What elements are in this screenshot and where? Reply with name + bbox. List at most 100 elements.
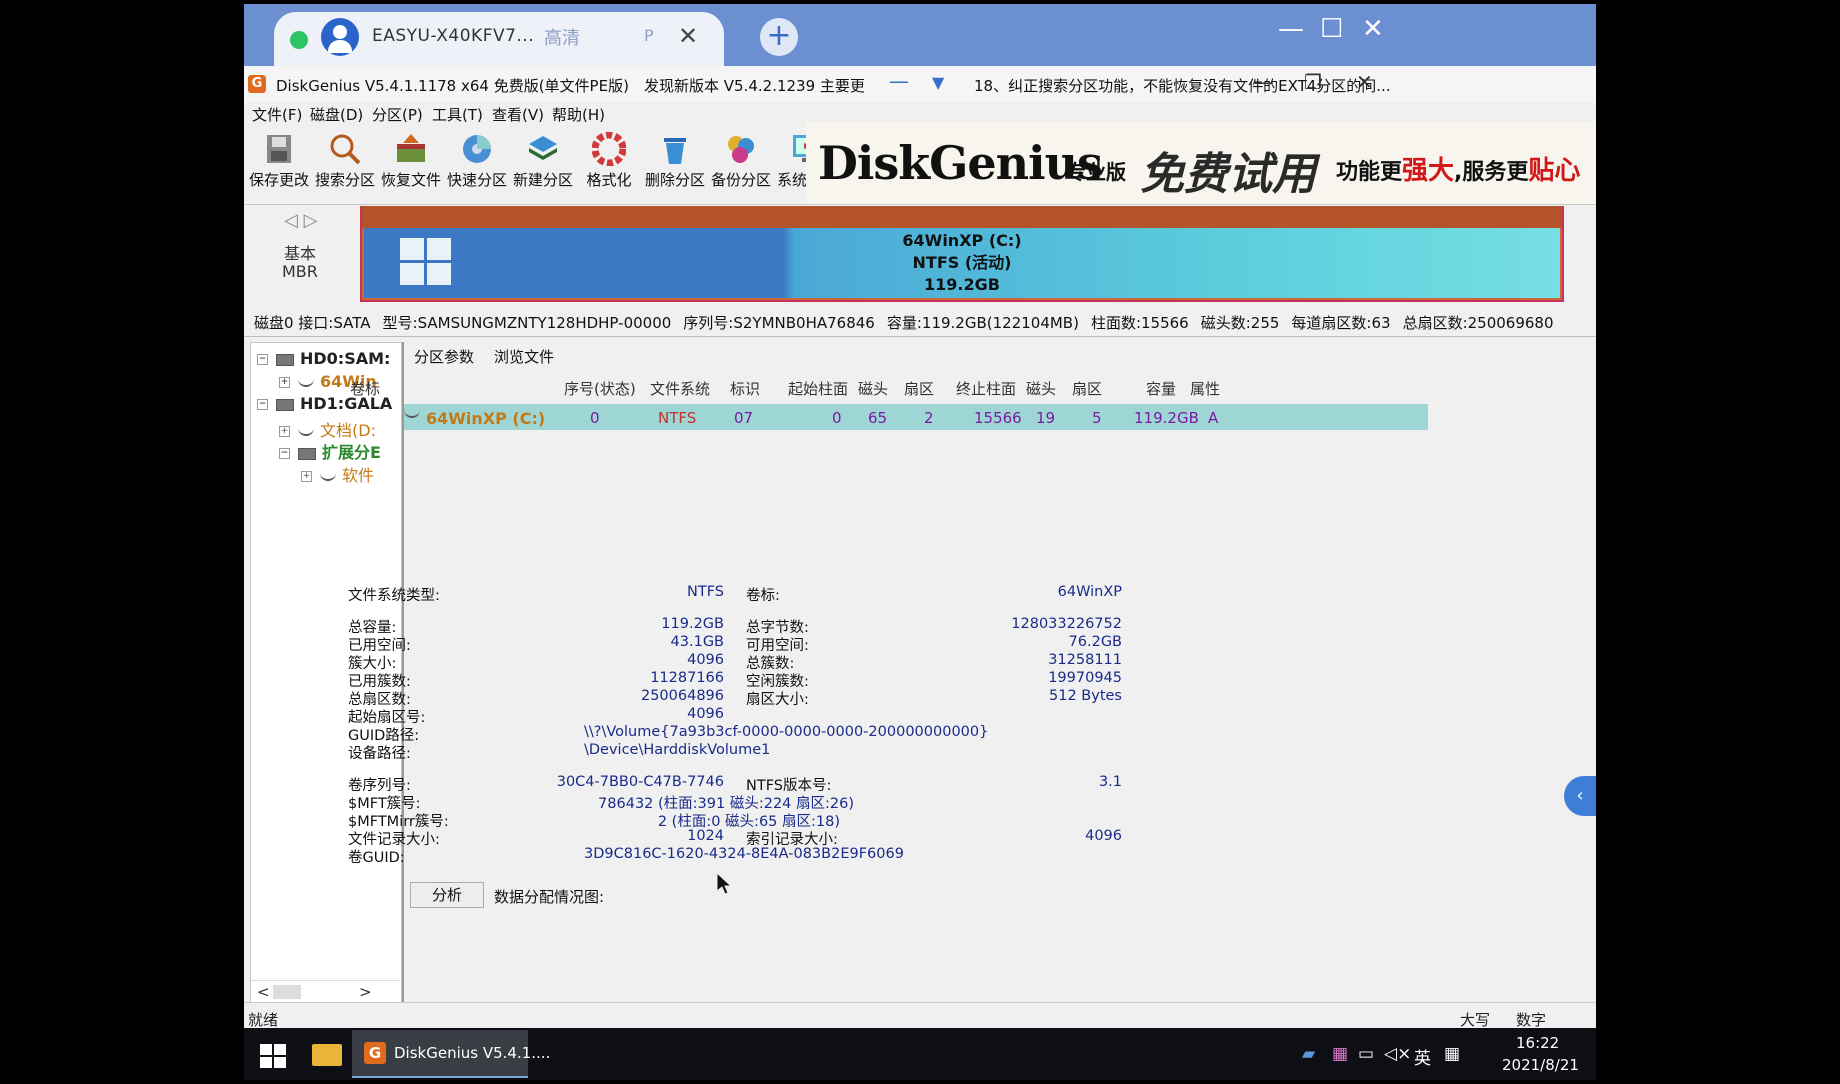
- banner-edition: 专业版: [1066, 160, 1126, 184]
- col-index[interactable]: 序号(状态): [564, 378, 636, 399]
- expand-icon[interactable]: +: [279, 426, 290, 437]
- new-partition-button[interactable]: 新建分区: [508, 128, 578, 190]
- menu-help[interactable]: 帮助(H): [552, 104, 605, 125]
- col-end-sector[interactable]: 扇区: [1072, 378, 1102, 399]
- vol-label-value: 64WinXP: [1057, 584, 1122, 600]
- col-filesystem[interactable]: 文件系统: [650, 378, 710, 399]
- keyboard-tray-icon[interactable]: ▦: [1444, 1044, 1460, 1064]
- chevron-down-icon[interactable]: ▼: [932, 73, 944, 92]
- quick-partition-button[interactable]: 快速分区: [442, 128, 512, 190]
- tab-browse-files[interactable]: 浏览文件: [494, 348, 554, 366]
- recover-files-button[interactable]: 恢复文件: [376, 128, 446, 190]
- disk-type-basic: 基本: [284, 244, 317, 263]
- diskgenius-icon: G: [364, 1042, 386, 1064]
- collapse-icon[interactable]: −: [279, 448, 290, 459]
- remote-maximize-icon[interactable]: ☐: [1320, 14, 1343, 44]
- ad-banner[interactable]: DiskGenius 专业版 免费试用 功能更强大,服务更贴心: [806, 122, 1596, 204]
- app-close-button[interactable]: ✕: [1356, 70, 1373, 94]
- col-id[interactable]: 标识: [730, 378, 760, 399]
- app-title: DiskGenius V5.4.1.1178 x64 免费版(单文件PE版): [276, 77, 629, 95]
- tree-horizontal-scrollbar[interactable]: < >: [251, 980, 401, 1003]
- update-notice[interactable]: 发现新版本 V5.4.2.1239 主要更: [644, 75, 865, 96]
- partition-block-c[interactable]: 64WinXP (C:) NTFS (活动) 119.2GB: [364, 228, 1560, 298]
- expand-icon[interactable]: +: [301, 471, 312, 482]
- tree-node-hd0[interactable]: − HD0:SAM:: [257, 349, 390, 368]
- new-partition-icon: [529, 136, 557, 160]
- monitor-tray-icon[interactable]: ▭: [1358, 1044, 1374, 1064]
- tree-node-doc[interactable]: + 文档(D:: [279, 417, 376, 441]
- menu-view[interactable]: 查看(V): [492, 104, 544, 125]
- col-start-cylinder[interactable]: 起始柱面: [788, 378, 848, 399]
- side-expand-tab[interactable]: ‹: [1564, 776, 1596, 816]
- menu-partition[interactable]: 分区(P): [372, 104, 423, 125]
- col-end-head[interactable]: 磁头: [1026, 378, 1056, 399]
- col-start-sector[interactable]: 扇区: [904, 378, 934, 399]
- tree-node-extended[interactable]: − 扩展分E: [279, 439, 381, 463]
- clock-date[interactable]: 2021/8/21: [1502, 1056, 1579, 1074]
- p-label[interactable]: P: [644, 26, 654, 45]
- scroll-right-icon[interactable]: >: [359, 983, 372, 1001]
- save-icon: [267, 135, 291, 163]
- quality-toggle[interactable]: 高清: [544, 24, 580, 50]
- app-minimize-button[interactable]: —: [1254, 70, 1274, 94]
- backup-partition-button[interactable]: 备份分区: [706, 128, 776, 190]
- collapse-icon[interactable]: −: [257, 399, 268, 410]
- row-index: 0: [590, 409, 600, 427]
- device-path-value: \Device\HarddiskVolume1: [584, 742, 771, 758]
- network-tray-icon[interactable]: ▰: [1302, 1044, 1315, 1064]
- close-tab-icon[interactable]: ✕: [678, 22, 698, 50]
- update-news-text[interactable]: 18、纠正搜索分区功能，不能恢复没有文件的EXT4分区的问...: [974, 75, 1391, 96]
- scroll-left-icon[interactable]: <: [257, 983, 270, 1001]
- col-end-cylinder[interactable]: 终止柱面: [956, 378, 1016, 399]
- disk-model: 型号:SAMSUNGMZNTY128HDHP-00000: [382, 314, 672, 332]
- volume-guid-value: 3D9C816C-1620-4324-8E4A-083B2E9F6069: [584, 846, 904, 862]
- scroll-thumb[interactable]: [273, 985, 301, 999]
- vol-label-label: 卷标:: [746, 588, 780, 604]
- col-capacity[interactable]: 容量: [1146, 378, 1176, 399]
- clock-time[interactable]: 16:22: [1516, 1034, 1559, 1052]
- hard-disk-icon: [276, 398, 294, 411]
- tab-partition-params[interactable]: 分区参数: [414, 348, 474, 366]
- disk-nav-arrows[interactable]: ◁ ▷: [284, 210, 317, 231]
- app-restore-button[interactable]: ❐: [1304, 70, 1322, 94]
- menu-tools[interactable]: 工具(T): [432, 104, 483, 125]
- row-start-sector: 2: [924, 409, 934, 427]
- windows-start-icon[interactable]: [260, 1044, 286, 1068]
- sector-size-label: 扇区大小:: [746, 692, 809, 708]
- tree-node-soft[interactable]: + 软件: [301, 462, 374, 486]
- collapse-icon[interactable]: —: [889, 69, 909, 93]
- used-space-value: 43.1GB: [670, 634, 724, 650]
- col-attribute[interactable]: 属性: [1190, 378, 1220, 399]
- menu-file[interactable]: 文件(F): [252, 104, 302, 125]
- analyze-button[interactable]: 分析: [410, 882, 484, 908]
- disk-heads: 磁头数:255: [1200, 314, 1280, 332]
- guid-path-value: \\?\Volume{7a93b3cf-0000-0000-0000-20000…: [584, 724, 989, 740]
- table-row[interactable]: [404, 404, 1428, 430]
- taskbar-diskgenius[interactable]: G DiskGenius V5.4.1....: [352, 1030, 550, 1078]
- col-start-head[interactable]: 磁头: [858, 378, 888, 399]
- remote-minimize-icon[interactable]: —: [1278, 14, 1304, 44]
- menu-disk[interactable]: 磁盘(D): [310, 104, 363, 125]
- expand-icon[interactable]: +: [279, 377, 290, 388]
- banner-logo: DiskGenius: [818, 136, 1103, 190]
- disk-partition-map[interactable]: 64WinXP (C:) NTFS (活动) 119.2GB: [360, 206, 1564, 302]
- volume-muted-icon[interactable]: ◁×: [1384, 1044, 1411, 1064]
- search-partition-button[interactable]: 搜索分区: [310, 128, 380, 190]
- save-changes-button[interactable]: 保存更改: [244, 128, 314, 190]
- banner-slogan: 功能更强大,服务更贴心: [1336, 156, 1581, 186]
- add-tab-button[interactable]: +: [760, 18, 798, 56]
- record-size-value: 1024: [687, 828, 724, 844]
- collapse-icon[interactable]: −: [257, 354, 268, 365]
- col-volume-label[interactable]: 卷标: [350, 378, 380, 399]
- delete-partition-button[interactable]: 删除分区: [640, 128, 710, 190]
- format-icon: [592, 132, 626, 166]
- backup-icon: [728, 136, 754, 163]
- ime-indicator[interactable]: 英: [1414, 1044, 1431, 1069]
- partition-block-fs: NTFS (活动): [912, 253, 1012, 272]
- delete-partition-label: 删除分区: [644, 171, 705, 189]
- color-tray-icon[interactable]: ▦: [1332, 1044, 1348, 1064]
- device-path-label: 设备路径:: [348, 746, 411, 762]
- file-explorer-icon[interactable]: [312, 1044, 342, 1066]
- remote-close-icon[interactable]: ✕: [1362, 14, 1384, 44]
- format-button[interactable]: 格式化: [574, 128, 644, 190]
